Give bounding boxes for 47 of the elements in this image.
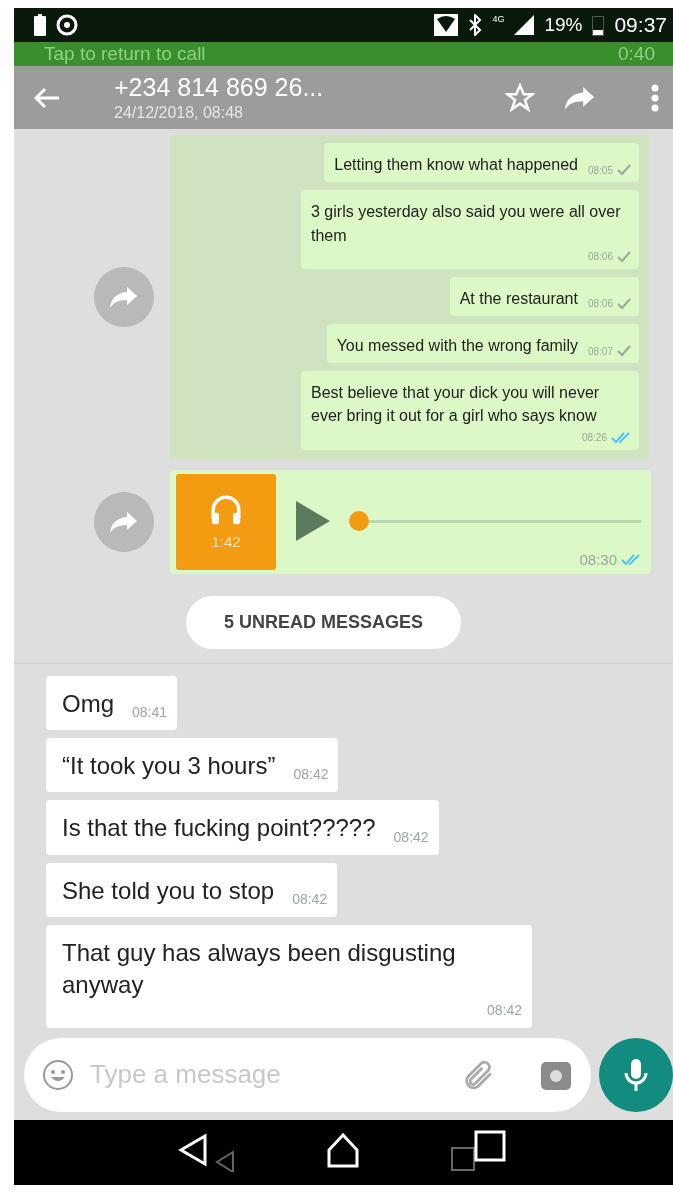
- star-button[interactable]: [505, 82, 535, 113]
- return-to-call-bar[interactable]: Tap to return to call 0:40: [14, 42, 673, 66]
- message-time: 08:41: [132, 703, 168, 720]
- message-time: 08:06: [587, 298, 613, 310]
- message-time: 08:05: [587, 164, 613, 176]
- message-text: Letting them know what happened: [334, 155, 578, 176]
- message-date: 24/12/2018, 08:48: [114, 104, 244, 123]
- audio-duration: 1:42: [211, 533, 241, 551]
- wifi-icon: [434, 14, 459, 37]
- call-duration: 0:40: [618, 43, 655, 66]
- microphone-icon: [623, 1056, 649, 1093]
- play-button[interactable]: [296, 501, 330, 542]
- message-time: 08:42: [486, 1001, 522, 1018]
- message-text: At the restaurant: [459, 288, 578, 309]
- message-text: You messed with the wrong family: [336, 335, 578, 356]
- message-time: 08:07: [587, 345, 613, 357]
- message-time: 08:42: [293, 766, 329, 783]
- message-time: 08:06: [587, 251, 613, 263]
- message-text: Best believe that your dick you will never ever bring it out for a girl who says know: [311, 383, 601, 427]
- target-icon: [56, 14, 78, 37]
- bluetooth-icon: [468, 14, 483, 37]
- message-text: “It took you 3 hours”: [62, 750, 276, 781]
- battery-icon: [592, 14, 605, 37]
- battery-alert-icon: [34, 14, 46, 37]
- network-type: 4G: [492, 14, 505, 24]
- message-text: Is that the fucking point?????: [62, 813, 376, 844]
- contact-title: +234 814 869 26...: [114, 73, 325, 103]
- back-button[interactable]: [34, 86, 60, 109]
- message-text: She told you to stop: [62, 875, 275, 906]
- message-time: 08:42: [292, 891, 328, 908]
- call-bar-text: Tap to return to call: [44, 43, 206, 66]
- signal-icon: [514, 15, 535, 36]
- message-text: That guy has always been disgusting anyway: [62, 938, 457, 1001]
- message-text: Omg: [62, 688, 114, 719]
- message-time: 08:42: [393, 828, 429, 845]
- clock: 09:37: [614, 13, 667, 38]
- forward-button[interactable]: [563, 84, 597, 111]
- battery-level: 19%: [544, 14, 583, 37]
- unread-messages-banner: 5 UNREAD MESSAGES: [186, 595, 462, 649]
- message-time: 08:26: [581, 432, 607, 444]
- audio-progress-thumb[interactable]: [348, 511, 369, 532]
- message-text: 3 girls yesterday also said you were all over them: [311, 202, 622, 246]
- more-options-button[interactable]: [651, 83, 659, 112]
- emoji-icon[interactable]: [42, 1058, 74, 1091]
- share-arrow-icon: [109, 509, 139, 534]
- share-arrow-icon: [109, 285, 139, 310]
- message-time: 08:30: [579, 551, 617, 569]
